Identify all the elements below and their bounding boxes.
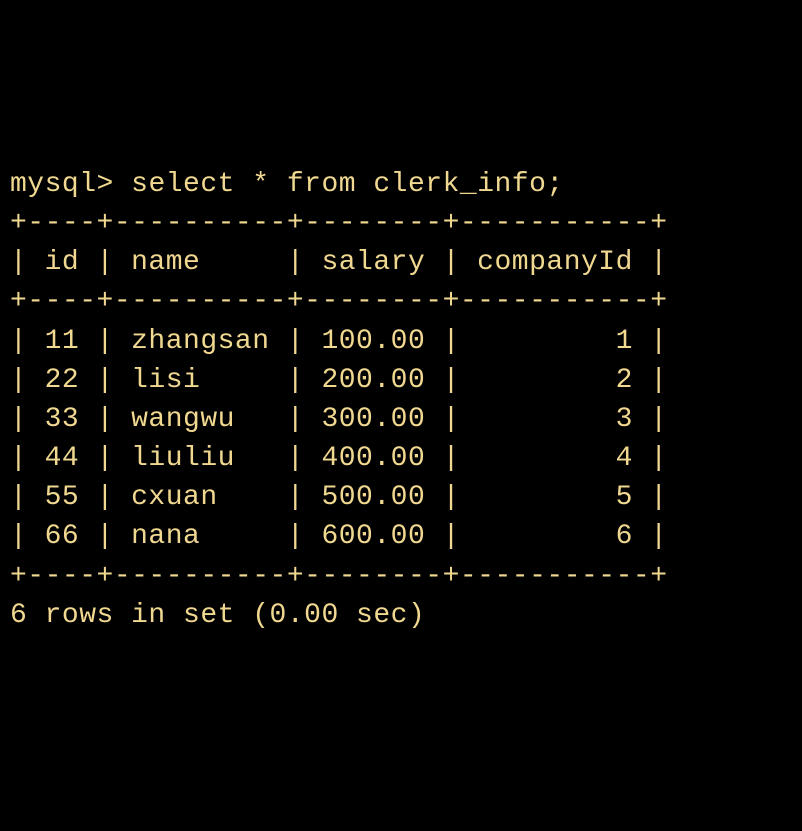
table-border-bottom: +----+----------+--------+-----------+ — [10, 561, 668, 592]
table-row: | 33 | wangwu | 300.00 | 3 | — [10, 404, 668, 435]
table-border-top: +----+----------+--------+-----------+ — [10, 208, 668, 239]
mysql-prompt: mysql> — [10, 169, 114, 200]
table-row: | 22 | lisi | 200.00 | 2 | — [10, 365, 668, 396]
table-row: | 55 | cxuan | 500.00 | 5 | — [10, 482, 668, 513]
table-header-row: | id | name | salary | companyId | — [10, 247, 668, 278]
result-footer: 6 rows in set (0.00 sec) — [10, 600, 425, 631]
table-row: | 66 | nana | 600.00 | 6 | — [10, 521, 668, 552]
mysql-terminal-output: mysql> select * from clerk_info; +----+-… — [10, 165, 792, 635]
table-border-mid: +----+----------+--------+-----------+ — [10, 286, 668, 317]
table-row: | 44 | liuliu | 400.00 | 4 | — [10, 443, 668, 474]
table-row: | 11 | zhangsan | 100.00 | 1 | — [10, 326, 668, 357]
sql-query: select * from clerk_info; — [131, 169, 564, 200]
